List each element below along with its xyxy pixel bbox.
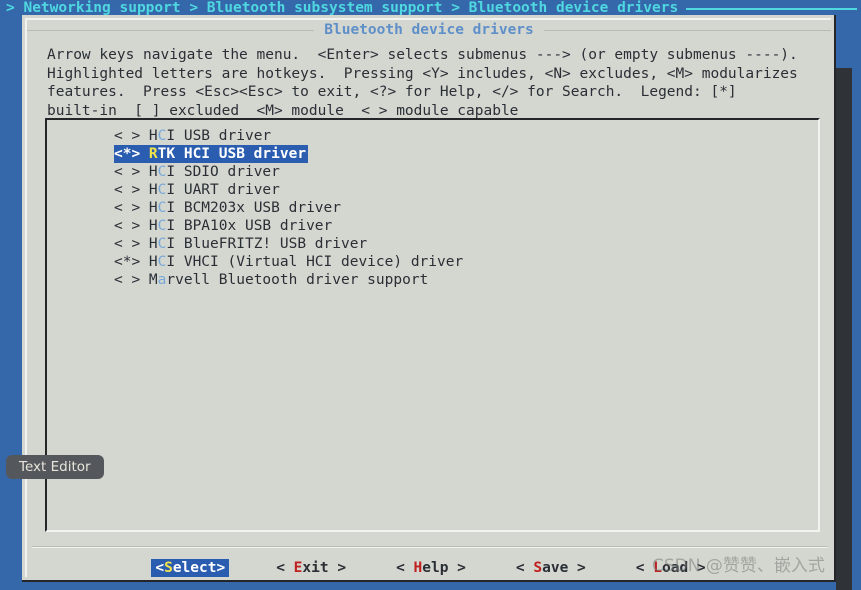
menuconfig-dialog: Bluetooth device drivers Arrow keys navi… bbox=[22, 15, 836, 582]
menu-item[interactable]: < > HCI BPA10x USB driver bbox=[47, 217, 818, 235]
taskbar-tooltip: Text Editor bbox=[6, 455, 104, 479]
menu-item-text-post: TK HCI USB driver bbox=[157, 146, 307, 162]
menu-item-label: < > Marvell Bluetooth driver support bbox=[114, 271, 428, 289]
button-hotkey: H bbox=[413, 560, 423, 576]
menu-item[interactable]: < > HCI SDIO driver bbox=[47, 163, 818, 181]
menu-item-state: < > bbox=[114, 128, 149, 144]
menu-item-text-pre: H bbox=[148, 182, 158, 198]
menu-item-state: < > bbox=[114, 200, 149, 216]
button-text-post: oad > bbox=[661, 560, 706, 576]
menu-item-hotkey: R bbox=[148, 146, 158, 162]
menu-item-text-pre: M bbox=[148, 272, 158, 288]
menu-item[interactable]: <*> HCI VHCI (Virtual HCI device) driver bbox=[47, 253, 818, 271]
menu-item-label: < > HCI BCM203x USB driver bbox=[114, 199, 341, 217]
help-button[interactable]: < Help > bbox=[393, 559, 469, 577]
menu-item-label: < > HCI UART driver bbox=[114, 181, 280, 199]
button-hotkey: L bbox=[653, 560, 662, 576]
tooltip-label: Text Editor bbox=[19, 459, 91, 475]
menu-item-text-pre: H bbox=[148, 164, 158, 180]
breadcrumb-rule bbox=[686, 8, 857, 10]
menu-item[interactable]: < > HCI BCM203x USB driver bbox=[47, 199, 818, 217]
button-text-post: elect> bbox=[172, 560, 226, 576]
select-button[interactable]: <Select> bbox=[151, 559, 230, 577]
menu-item-text-post: I USB driver bbox=[166, 128, 272, 144]
menu-item[interactable]: < > Marvell Bluetooth driver support bbox=[47, 271, 818, 289]
menu-item-label: < > HCI USB driver bbox=[114, 127, 271, 145]
menu-item-state: < > bbox=[114, 218, 149, 234]
button-text-pre: < bbox=[635, 560, 654, 576]
menu-item-label: <*> HCI VHCI (Virtual HCI device) driver bbox=[114, 253, 463, 271]
menu-item-state: < > bbox=[114, 182, 149, 198]
menu-item[interactable]: < > HCI BlueFRITZ! USB driver bbox=[47, 235, 818, 253]
menu-item-text-post: I VHCI (Virtual HCI device) driver bbox=[166, 254, 464, 270]
button-hotkey: S bbox=[533, 560, 543, 576]
menu-item-state: <*> bbox=[114, 254, 149, 270]
menu-item-text-post: I UART driver bbox=[166, 182, 280, 198]
menu-item-text-pre: H bbox=[148, 236, 158, 252]
button-bar-separator bbox=[32, 546, 828, 548]
save-button[interactable]: < Save > bbox=[513, 559, 589, 577]
help-legend-text: Arrow keys navigate the menu. <Enter> se… bbox=[47, 47, 798, 119]
page-title: Bluetooth device drivers bbox=[324, 22, 534, 38]
menu-listbox[interactable]: < > HCI USB driver <*> RTK HCI USB driver… bbox=[45, 118, 820, 532]
menu-item[interactable]: < > HCI USB driver bbox=[47, 127, 818, 145]
menu-item-text-pre: H bbox=[148, 218, 158, 234]
dialog-button-bar: <Select> < Exit > < Help > < Save > < Load > bbox=[27, 554, 833, 582]
button-hotkey: S bbox=[164, 560, 173, 576]
menu-item-label: < > HCI BPA10x USB driver bbox=[114, 217, 332, 235]
menu-item-text-post: I BlueFRITZ! USB driver bbox=[166, 236, 368, 252]
title-rule-left bbox=[27, 29, 315, 31]
menu-item-text-post: I BCM203x USB driver bbox=[166, 200, 341, 216]
dialog-title-row: Bluetooth device drivers bbox=[27, 20, 832, 40]
exit-button[interactable]: < Exit > bbox=[273, 559, 349, 577]
menu-item-text-post: I BPA10x USB driver bbox=[166, 218, 333, 234]
menu-item-label: < > HCI BlueFRITZ! USB driver bbox=[114, 235, 367, 253]
menu-item[interactable]: < > HCI UART driver bbox=[47, 181, 818, 199]
button-text-post: xit > bbox=[302, 560, 347, 576]
menu-item-text-post: rvell Bluetooth driver support bbox=[166, 272, 429, 288]
dialog-inner-frame: Bluetooth device drivers Arrow keys navi… bbox=[25, 18, 832, 577]
menu-list: < > HCI USB driver <*> RTK HCI USB driver… bbox=[47, 120, 818, 289]
button-text-pre: < bbox=[515, 560, 534, 576]
button-text-post: ave > bbox=[542, 560, 586, 576]
menu-item-state: < > bbox=[114, 164, 149, 180]
menu-item[interactable]: <*> RTK HCI USB driver bbox=[47, 145, 818, 163]
button-text-pre: < bbox=[396, 560, 414, 576]
menu-item-text-pre: H bbox=[148, 128, 158, 144]
menu-item-text-post: I SDIO driver bbox=[166, 164, 280, 180]
title-rule-right bbox=[543, 29, 832, 31]
menu-item-state: < > bbox=[114, 236, 149, 252]
button-text-pre: < bbox=[155, 560, 165, 576]
menu-item-text-pre: H bbox=[148, 254, 158, 270]
menu-item-state: <*> bbox=[114, 146, 149, 162]
menu-item-label: <*> RTK HCI USB driver bbox=[114, 145, 309, 163]
button-text-pre: < bbox=[276, 560, 294, 576]
load-button[interactable]: < Load > bbox=[633, 559, 709, 577]
button-text-post: elp > bbox=[422, 560, 466, 576]
menu-item-state: < > bbox=[114, 272, 149, 288]
right-blue-edge bbox=[852, 0, 861, 590]
menu-item-text-pre: H bbox=[148, 200, 158, 216]
menu-item-label: < > HCI SDIO driver bbox=[114, 163, 280, 181]
